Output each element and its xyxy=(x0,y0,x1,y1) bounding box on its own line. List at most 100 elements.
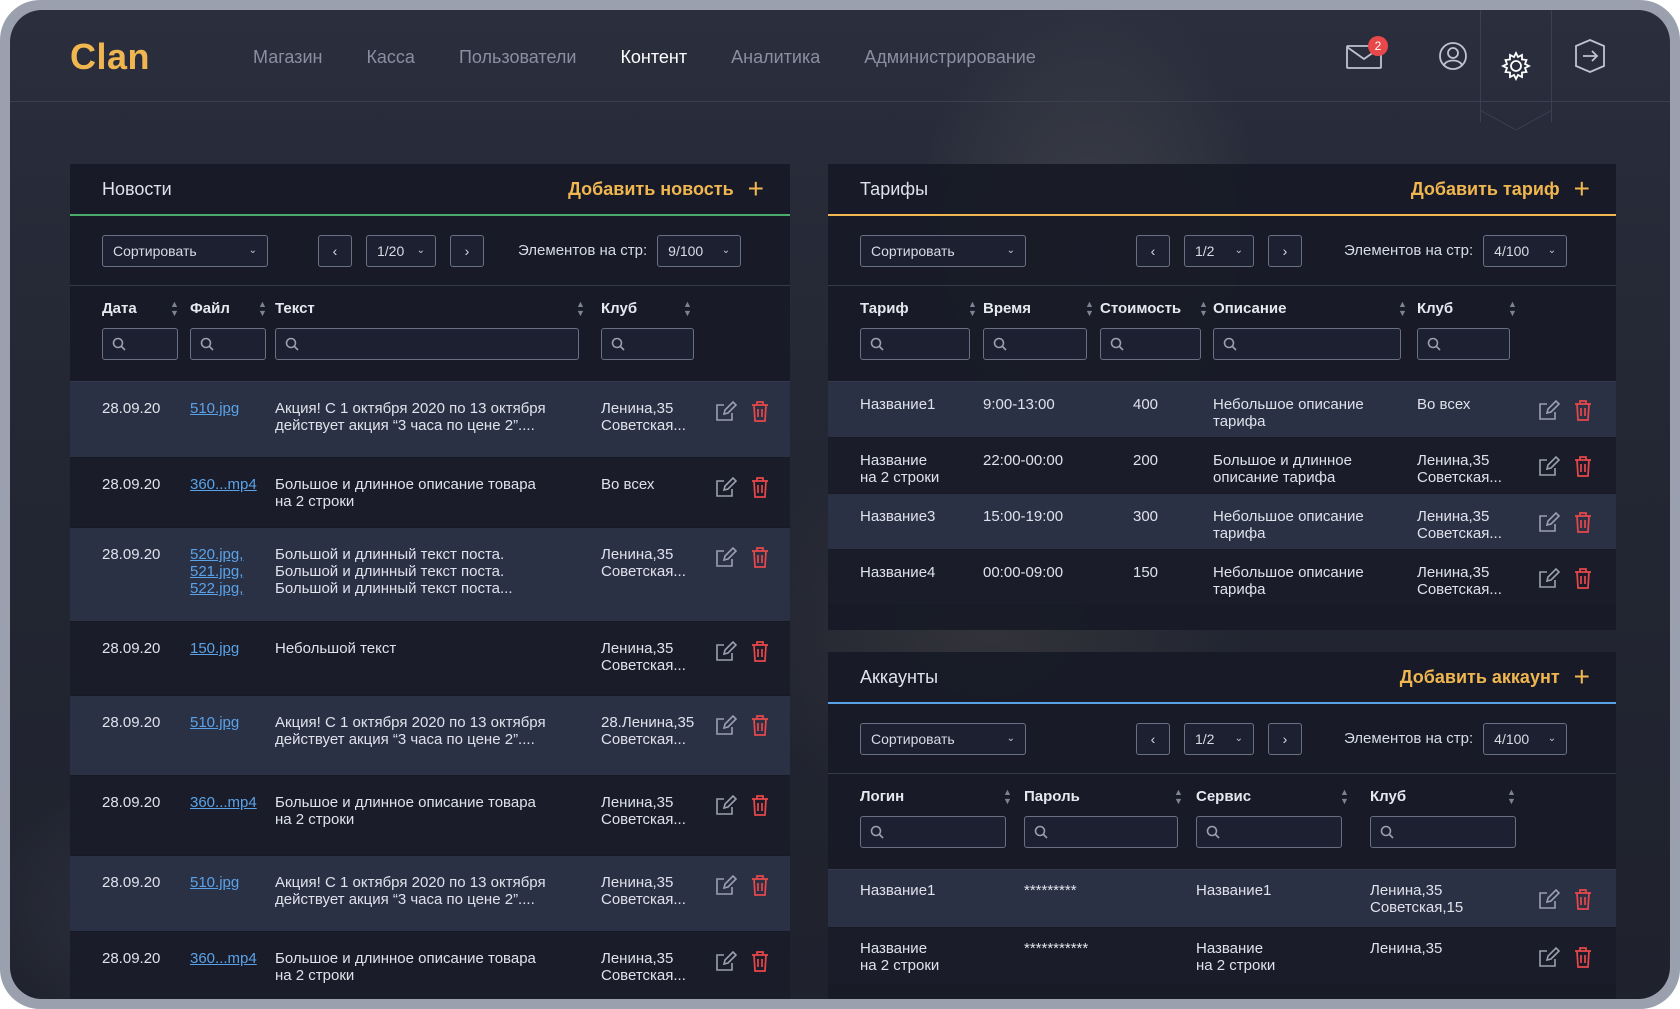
trash-icon[interactable] xyxy=(1572,888,1594,910)
sort-icon[interactable]: ▲ ▼ xyxy=(1508,300,1517,318)
news-sort-select[interactable]: Сортировать ⌄ xyxy=(102,234,268,267)
add-account-button[interactable]: Добавить аккаунт + xyxy=(1400,663,1590,691)
col-file[interactable]: Файл xyxy=(190,300,230,317)
profile-button[interactable] xyxy=(1418,10,1488,102)
file-link[interactable]: 521.jpg, xyxy=(190,563,243,580)
add-news-button[interactable]: Добавить новость + xyxy=(568,175,764,203)
col-time[interactable]: Время xyxy=(983,300,1031,317)
edit-icon[interactable] xyxy=(1538,455,1561,477)
filter-tariff-input[interactable] xyxy=(860,328,970,360)
col-login[interactable]: Логин xyxy=(860,788,904,805)
filter-club-input[interactable] xyxy=(601,328,694,360)
col-date[interactable]: Дата xyxy=(102,300,137,317)
edit-icon[interactable] xyxy=(715,640,738,662)
accounts-prev-page-button[interactable]: ‹ xyxy=(1136,722,1170,755)
edit-icon[interactable] xyxy=(715,794,738,816)
filter-time-input[interactable] xyxy=(983,328,1087,360)
add-tariff-button[interactable]: Добавить тариф + xyxy=(1411,175,1590,203)
tariffs-next-page-button[interactable]: › xyxy=(1268,234,1302,267)
accounts-page-select[interactable]: 1/2 ⌄ xyxy=(1184,722,1254,755)
edit-icon[interactable] xyxy=(715,714,738,736)
trash-icon[interactable] xyxy=(1572,399,1594,421)
accounts-per-page-select[interactable]: 4/100 ⌄ xyxy=(1483,722,1568,755)
filter-description-input[interactable] xyxy=(1213,328,1401,360)
trash-icon[interactable] xyxy=(749,546,771,568)
sort-icon[interactable]: ▲ ▼ xyxy=(258,300,267,318)
col-club[interactable]: Клуб xyxy=(601,300,637,317)
trash-icon[interactable] xyxy=(1572,455,1594,477)
trash-icon[interactable] xyxy=(749,714,771,736)
tariffs-page-select[interactable]: 1/2 ⌄ xyxy=(1184,234,1254,267)
file-link[interactable]: 510.jpg xyxy=(190,400,239,417)
nav-content[interactable]: Контент xyxy=(620,47,687,68)
edit-icon[interactable] xyxy=(715,546,738,568)
news-per-page-select[interactable]: 9/100 ⌄ xyxy=(657,234,742,267)
filter-text-input[interactable] xyxy=(275,328,579,360)
file-link[interactable]: 522.jpg, xyxy=(190,580,243,597)
filter-file-input[interactable] xyxy=(190,328,266,360)
logo[interactable]: Clan xyxy=(70,36,150,78)
col-password[interactable]: Пароль xyxy=(1024,788,1080,805)
edit-icon[interactable] xyxy=(715,950,738,972)
tariffs-per-page-select[interactable]: 4/100 ⌄ xyxy=(1483,234,1568,267)
nav-analytics[interactable]: Аналитика xyxy=(731,47,820,68)
sort-icon[interactable]: ▲ ▼ xyxy=(1174,788,1183,806)
news-page-select[interactable]: 1/20 ⌄ xyxy=(366,234,436,267)
nav-cashbox[interactable]: Касса xyxy=(366,47,415,68)
tariffs-prev-page-button[interactable]: ‹ xyxy=(1136,234,1170,267)
col-text[interactable]: Текст xyxy=(275,300,315,317)
edit-icon[interactable] xyxy=(1538,567,1561,589)
sort-icon[interactable]: ▲ ▼ xyxy=(683,300,692,318)
trash-icon[interactable] xyxy=(749,950,771,972)
sort-icon[interactable]: ▲ ▼ xyxy=(170,300,179,318)
edit-icon[interactable] xyxy=(1538,399,1561,421)
filter-price-input[interactable] xyxy=(1100,328,1201,360)
sort-icon[interactable]: ▲ ▼ xyxy=(1398,300,1407,318)
sort-icon[interactable]: ▲ ▼ xyxy=(576,300,585,318)
logout-button[interactable] xyxy=(1555,10,1625,102)
col-price[interactable]: Стоимость xyxy=(1100,300,1181,317)
trash-icon[interactable] xyxy=(1572,511,1594,533)
nav-users[interactable]: Пользователи xyxy=(459,47,576,68)
sort-icon[interactable]: ▲ ▼ xyxy=(1340,788,1349,806)
filter-login-input[interactable] xyxy=(860,816,1006,848)
sort-icon[interactable]: ▲ ▼ xyxy=(1199,300,1208,318)
file-link[interactable]: 520.jpg, xyxy=(190,546,243,563)
edit-icon[interactable] xyxy=(715,874,738,896)
col-club[interactable]: Клуб xyxy=(1417,300,1453,317)
file-link[interactable]: 510.jpg xyxy=(190,874,239,891)
edit-icon[interactable] xyxy=(1538,888,1561,910)
file-link[interactable]: 360...mp4 xyxy=(190,950,257,967)
filter-club-input[interactable] xyxy=(1417,328,1510,360)
trash-icon[interactable] xyxy=(749,640,771,662)
sort-icon[interactable]: ▲ ▼ xyxy=(1085,300,1094,318)
col-club[interactable]: Клуб xyxy=(1370,788,1406,805)
edit-icon[interactable] xyxy=(715,400,738,422)
file-link[interactable]: 150.jpg xyxy=(190,640,239,657)
news-prev-page-button[interactable]: ‹ xyxy=(318,234,352,267)
sort-icon[interactable]: ▲ ▼ xyxy=(1507,788,1516,806)
col-description[interactable]: Описание xyxy=(1213,300,1286,317)
file-link[interactable]: 360...mp4 xyxy=(190,794,257,811)
accounts-sort-select[interactable]: Сортировать ⌄ xyxy=(860,722,1026,755)
trash-icon[interactable] xyxy=(749,794,771,816)
sort-icon[interactable]: ▲ ▼ xyxy=(1003,788,1012,806)
filter-club-input[interactable] xyxy=(1370,816,1516,848)
trash-icon[interactable] xyxy=(749,476,771,498)
edit-icon[interactable] xyxy=(1538,511,1561,533)
nav-shop[interactable]: Магазин xyxy=(253,47,322,68)
trash-icon[interactable] xyxy=(1572,567,1594,589)
filter-service-input[interactable] xyxy=(1196,816,1342,848)
nav-administration[interactable]: Администрирование xyxy=(864,47,1036,68)
filter-date-input[interactable] xyxy=(102,328,178,360)
col-service[interactable]: Сервис xyxy=(1196,788,1251,805)
tariffs-sort-select[interactable]: Сортировать ⌄ xyxy=(860,234,1026,267)
trash-icon[interactable] xyxy=(1572,946,1594,968)
news-next-page-button[interactable]: › xyxy=(450,234,484,267)
file-link[interactable]: 510.jpg xyxy=(190,714,239,731)
col-tariff[interactable]: Тариф xyxy=(860,300,909,317)
trash-icon[interactable] xyxy=(749,874,771,896)
edit-icon[interactable] xyxy=(1538,946,1561,968)
sort-icon[interactable]: ▲ ▼ xyxy=(968,300,977,318)
edit-icon[interactable] xyxy=(715,476,738,498)
